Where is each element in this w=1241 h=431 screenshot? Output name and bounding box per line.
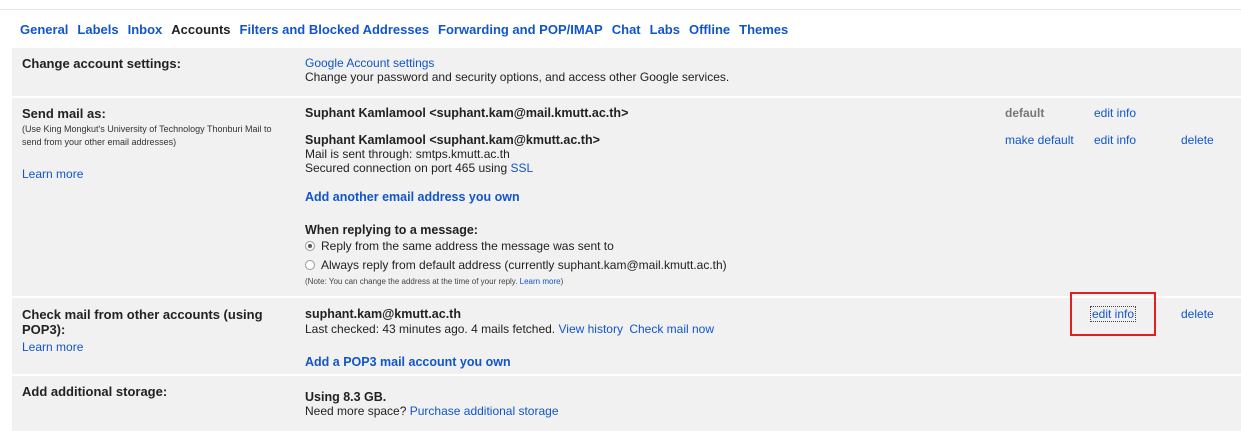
google-account-settings-link[interactable]: Google Account settings [305,56,434,70]
change-account-section: Change account settings: Google Account … [12,48,1241,96]
edit-info-link-1[interactable]: edit info [1094,106,1136,120]
add-another-address-link[interactable]: Add another email address you own [305,190,520,204]
send-mail-section: Send mail as: (Use King Mongkut's Univer… [12,98,1241,296]
storage-section: Add additional storage: Using 8.3 GB. Ne… [12,376,1241,431]
need-more-space-text: Need more space? [305,404,407,418]
purchase-storage-link[interactable]: Purchase additional storage [410,404,559,418]
storage-label: Add additional storage: [22,384,168,399]
tab-filters[interactable]: Filters and Blocked Addresses [240,22,430,37]
tab-themes[interactable]: Themes [739,22,788,37]
tab-general[interactable]: General [20,22,68,37]
ssl-link[interactable]: SSL [510,161,533,175]
pop3-account: suphant.kam@kmutt.ac.th [305,307,461,321]
reply-note: (Note: You can change the address at the… [305,277,564,286]
change-account-label: Change account settings: [22,56,181,71]
send-address-1: Suphant Kamlamool <suphant.kam@mail.kmut… [305,106,629,120]
highlight-box [1070,292,1156,336]
settings-tabs: General Labels Inbox Accounts Filters an… [20,22,797,37]
send-mail-learn-more-link[interactable]: Learn more [22,167,282,181]
tab-forwarding[interactable]: Forwarding and POP/IMAP [438,22,603,37]
last-checked-text: Last checked: 43 minutes ago. 4 mails fe… [305,322,556,336]
tab-chat[interactable]: Chat [612,22,641,37]
storage-usage: Using 8.3 GB. [305,390,387,404]
tab-labs[interactable]: Labs [650,22,680,37]
top-divider [0,9,1241,10]
check-mail-now-link[interactable]: Check mail now [629,322,714,336]
delete-link-pop3[interactable]: delete [1181,307,1214,321]
reply-option-1[interactable]: Reply from the same address the message … [305,239,614,253]
edit-info-link-2[interactable]: edit info [1094,133,1136,147]
check-mail-section: Check mail from other accounts (using PO… [12,298,1241,374]
send-mail-note: (Use King Mongkut's University of Techno… [22,124,272,147]
check-mail-label: Check mail from other accounts (using PO… [22,307,263,337]
send-mail-label: Send mail as: [22,106,106,121]
send-address-2: Suphant Kamlamool <suphant.kam@kmutt.ac.… [305,133,600,147]
check-mail-learn-more-link[interactable]: Learn more [22,340,282,354]
view-history-link[interactable]: View history [559,322,623,336]
reply-option-2-label: Always reply from default address (curre… [321,258,727,272]
radio-unselected-icon[interactable] [305,260,315,270]
tab-inbox[interactable]: Inbox [128,22,163,37]
tab-labels[interactable]: Labels [77,22,118,37]
make-default-link[interactable]: make default [1005,133,1074,147]
default-label: default [1005,106,1045,120]
tab-accounts[interactable]: Accounts [171,22,230,37]
add-pop3-account-link[interactable]: Add a POP3 mail account you own [305,355,511,369]
delete-link-2[interactable]: delete [1181,133,1214,147]
reply-note-learn-more-link[interactable]: Learn more [520,277,561,286]
secured-connection-text: Secured connection on port 465 using [305,161,511,175]
tab-offline[interactable]: Offline [689,22,730,37]
change-account-desc: Change your password and security option… [305,70,730,84]
reply-option-2[interactable]: Always reply from default address (curre… [305,258,727,272]
radio-selected-icon[interactable] [305,241,315,251]
smtp-server-text: Mail is sent through: smtps.kmutt.ac.th [305,147,510,161]
reply-option-1-label: Reply from the same address the message … [321,239,614,253]
reply-heading: When replying to a message: [305,223,478,237]
